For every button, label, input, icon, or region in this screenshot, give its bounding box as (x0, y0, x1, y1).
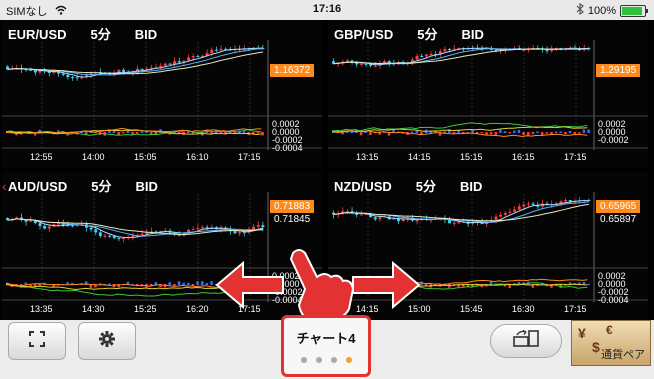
chart-title: NZD/USD 5分 BID (334, 176, 506, 195)
bottom-toolbar: チャート4 ¥ $ € 通貨ペア (0, 315, 654, 379)
reference-price-label: 0.65897 (600, 214, 637, 225)
time-tick: 14:00 (82, 152, 105, 162)
chart-pair: GBP/USD (334, 27, 394, 42)
oscillator-scale: 0.0002 0.0000 -0.0002 -0.0004 (598, 272, 629, 305)
time-tick: 13:15 (356, 152, 379, 162)
time-tick: 16:30 (512, 304, 535, 314)
swipe-hint-icon (215, 249, 421, 322)
fullscreen-button[interactable] (8, 322, 66, 360)
currency-pair-button[interactable]: ¥ $ € 通貨ペア (571, 320, 651, 366)
time-tick: 13:35 (30, 304, 53, 314)
chart-title: EUR/USD 5分 BID (8, 24, 181, 43)
chart-pair: NZD/USD (334, 179, 392, 194)
time-tick: 15:15 (460, 152, 483, 162)
gear-icon (98, 330, 116, 353)
rotate-device-icon (511, 329, 541, 354)
time-tick: 17:15 (238, 152, 261, 162)
bluetooth-icon (576, 2, 584, 18)
page-dot (315, 357, 322, 363)
chart-page-indicator[interactable]: チャート4 (281, 315, 371, 377)
time-tick: 16:15 (512, 152, 535, 162)
current-price-tag: 1.16372 (270, 64, 315, 77)
reference-price-label: 0.71845 (274, 214, 311, 225)
chart-interval: 5分 (90, 27, 111, 42)
oscillator-tick: -0.0002 (598, 135, 629, 145)
page-dot (345, 357, 352, 363)
oscillator-tick: -0.0004 (272, 143, 303, 153)
time-tick: 16:10 (186, 152, 209, 162)
chart-pair: AUD/USD (8, 179, 68, 194)
currency-euro-icon: € (606, 323, 613, 337)
chart-interval: 5分 (91, 179, 112, 194)
panel-divider-marker-icon: ‹ (2, 178, 7, 194)
status-bar: SIMなし 17:16 100% (0, 0, 654, 20)
chart-side: BID (134, 27, 158, 42)
currency-yen-icon: ¥ (578, 325, 586, 341)
chart-interval: 5分 (415, 179, 437, 194)
currency-dollar-icon: $ (592, 339, 600, 355)
chart-title: AUD/USD 5分 BID (8, 176, 182, 195)
time-tick: 15:45 (460, 304, 483, 314)
current-price-tag: 0.65965 (596, 200, 641, 213)
time-tick: 14:30 (82, 304, 105, 314)
page-dots (284, 357, 368, 363)
battery-icon (620, 4, 648, 17)
chart-pair: EUR/USD (8, 27, 67, 42)
settings-button[interactable] (78, 322, 136, 360)
battery-percent: 100% (587, 4, 616, 17)
battery-fill (622, 6, 642, 15)
time-tick: 15:25 (134, 304, 157, 314)
time-tick: 14:15 (408, 152, 431, 162)
chart-grid[interactable]: EUR/USD 5分 BID 1.16372 0.0002 0.0000 -0.0002 -0… (0, 20, 654, 322)
currency-pair-label: 通貨ペア (601, 349, 645, 361)
chart-title: GBP/USD 5分 BID (334, 24, 508, 43)
chart-interval: 5分 (417, 27, 438, 42)
chart-panel-eurusd[interactable]: EUR/USD 5分 BID 1.16372 0.0002 0.0000 -0.0002 -0… (2, 20, 322, 168)
time-tick: 17:15 (564, 304, 587, 314)
page-dot (330, 357, 337, 363)
clock: 17:16 (312, 3, 342, 15)
rotate-layout-button[interactable] (490, 324, 562, 358)
status-right: 100% (576, 2, 648, 18)
page-dot (300, 357, 307, 363)
oscillator-scale: 0.0002 0.0000 -0.0002 -0.0004 (272, 120, 303, 153)
chart-page-label: チャート4 (296, 331, 356, 346)
time-tick: 15:05 (134, 152, 157, 162)
time-tick: 12:55 (30, 152, 53, 162)
fullscreen-icon (28, 330, 46, 353)
time-tick: 16:20 (186, 304, 209, 314)
current-price-tag: 0.71883 (270, 200, 315, 213)
oscillator-scale: 0.0002 0.0000 -0.0002 (598, 120, 629, 145)
chart-side: BID (135, 179, 158, 194)
chart-side: BID (461, 27, 484, 42)
chart-side: BID (460, 179, 483, 194)
current-price-tag: 1.29195 (596, 64, 641, 77)
time-tick: 17:15 (564, 152, 587, 162)
chart-panel-gbpusd[interactable]: GBP/USD 5分 BID 1.29195 0.0002 0.0000 -0.0002 13… (328, 20, 648, 168)
oscillator-tick: -0.0004 (598, 295, 629, 305)
